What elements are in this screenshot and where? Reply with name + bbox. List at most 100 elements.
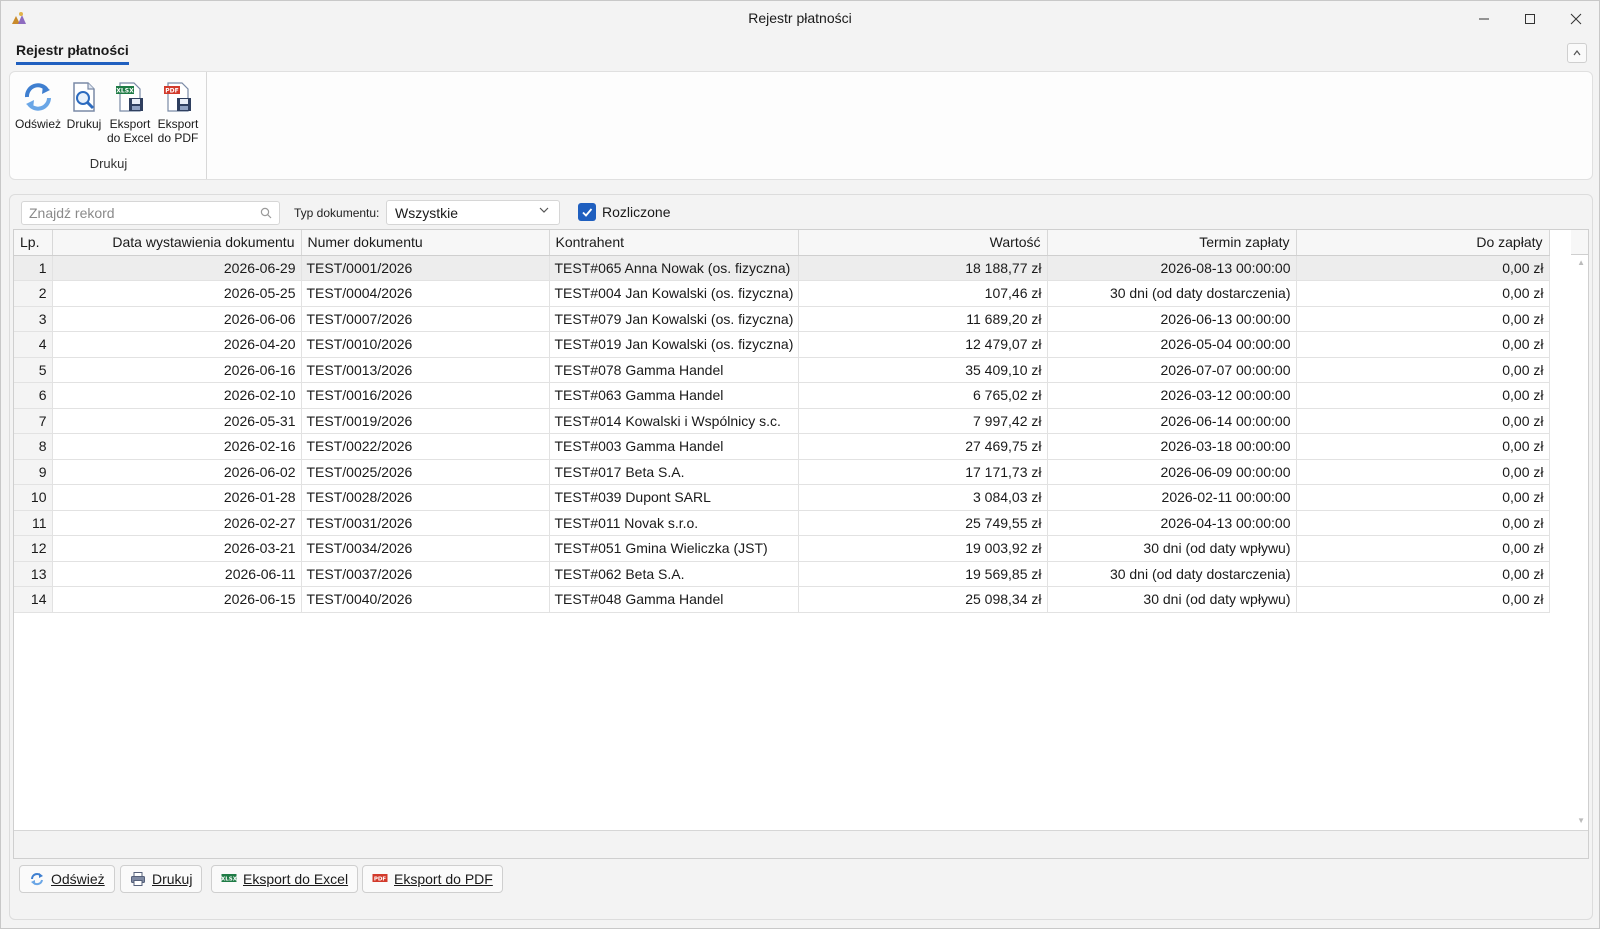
table-row[interactable]: 10 2026-01-28 TEST/0028/2026 TEST#039 Dupon… [14,484,1550,511]
cell-value: 35 409,10 zł [798,357,1048,383]
table-row[interactable]: 5 2026-06-16 TEST/0013/2026 TEST#078 Gamma … [14,357,1550,383]
cell-to-pay: 0,00 zł [1296,535,1550,562]
cell-due-date: 2026-04-13 00:00:00 [1047,510,1297,536]
ribbon-excel-button[interactable]: XLSX Eksport do Excel [106,80,154,145]
cell-date: 2026-02-10 [52,382,302,409]
ribbon-collapse-button[interactable] [1567,43,1587,63]
search-input[interactable] [22,202,242,224]
cell-lp: 2 [14,280,53,307]
cell-lp: 4 [14,331,53,358]
ribbon-excel-label-2: do Excel [106,131,154,145]
pdf-icon: PDF [372,874,388,883]
ribbon-refresh-button[interactable]: Odśwież [14,80,62,131]
cell-contractor: TEST#017 Beta S.A. [549,459,799,485]
col-header-date[interactable]: Data wystawienia dokumentu [52,230,302,256]
cell-contractor: TEST#051 Gmina Wieliczka (JST) [549,535,799,562]
cell-lp: 3 [14,306,53,332]
cell-number: TEST/0025/2026 [301,459,550,485]
printer-icon [131,872,145,886]
settled-checkbox[interactable] [578,203,596,221]
cell-date: 2026-01-28 [52,484,302,511]
table-row[interactable]: 7 2026-05-31 TEST/0019/2026 TEST#014 Kowals… [14,408,1550,434]
cell-to-pay: 0,00 zł [1296,433,1550,460]
settled-label[interactable]: Rozliczone [602,204,670,220]
cell-due-date: 2026-02-11 00:00:00 [1047,484,1297,511]
cell-number: TEST/0022/2026 [301,433,550,460]
cell-date: 2026-03-21 [52,535,302,562]
payments-table: Lp. Data wystawienia dokumentu Numer dok… [14,230,1550,613]
cell-due-date: 2026-08-13 00:00:00 [1047,255,1297,281]
table-row[interactable]: 13 2026-06-11 TEST/0037/2026 TEST#062 Beta … [14,561,1550,587]
pdf-export-button[interactable]: PDF Eksport do PDF [362,865,503,893]
cell-date: 2026-05-31 [52,408,302,434]
print-button[interactable]: Drukuj [120,865,203,893]
ribbon-tab-rejestr[interactable]: Rejestr płatności [16,42,129,65]
cell-number: TEST/0016/2026 [301,382,550,409]
excel-badge-text: XLSX [116,88,134,95]
cell-lp: 12 [14,535,53,562]
ribbon-pdf-button[interactable]: PDF Eksport do PDF [154,80,202,145]
table-row[interactable]: 2 2026-05-25 TEST/0004/2026 TEST#004 Jan Ko… [14,280,1550,307]
cell-number: TEST/0037/2026 [301,561,550,587]
cell-lp: 8 [14,433,53,460]
cell-value: 25 749,55 zł [798,510,1048,536]
refresh-icon [31,873,43,886]
cell-value: 11 689,20 zł [798,306,1048,332]
pdf-badge-text: PDF [165,88,178,95]
cell-to-pay: 0,00 zł [1296,561,1550,587]
cell-number: TEST/0007/2026 [301,306,550,332]
excel-export-button[interactable]: XLSX Eksport do Excel [211,865,359,893]
cell-date: 2026-02-27 [52,510,302,536]
app-window: Rejestr płatności Rejestr płatności Odśw… [0,0,1600,929]
maximize-button[interactable] [1507,1,1553,37]
minimize-icon [1479,18,1489,20]
close-button[interactable] [1553,1,1599,37]
col-header-due-date[interactable]: Termin zapłaty [1047,230,1297,256]
table-row[interactable]: 6 2026-02-10 TEST/0016/2026 TEST#063 Gamma … [14,382,1550,409]
table-row[interactable]: 8 2026-02-16 TEST/0022/2026 TEST#003 Gamma … [14,433,1550,460]
doc-type-select[interactable]: Wszystkie [386,200,560,225]
table-row[interactable]: 11 2026-02-27 TEST/0031/2026 TEST#011 Novak… [14,510,1550,536]
cell-lp: 5 [14,357,53,383]
cell-due-date: 2026-07-07 00:00:00 [1047,357,1297,383]
cell-to-pay: 0,00 zł [1296,357,1550,383]
table-row[interactable]: 12 2026-03-21 TEST/0034/2026 TEST#051 Gmina… [14,535,1550,562]
cell-contractor: TEST#003 Gamma Handel [549,433,799,460]
cell-value: 3 084,03 zł [798,484,1048,511]
cell-contractor: TEST#079 Jan Kowalski (os. fizyczna) [549,306,799,332]
pdf-export-icon: PDF [164,82,191,112]
table-row[interactable]: 14 2026-06-15 TEST/0040/2026 TEST#048 Gamma… [14,586,1550,613]
minimize-button[interactable] [1461,1,1507,37]
search-box [21,201,280,225]
print-button-label: Drukuj [152,871,193,887]
ribbon-refresh-label: Odśwież [14,117,61,131]
cell-number: TEST/0013/2026 [301,357,550,383]
ribbon-print-button[interactable]: Drukuj [60,80,108,131]
scroll-up-arrow-icon[interactable]: ▲ [1577,258,1585,267]
scroll-down-arrow-icon[interactable]: ▼ [1577,816,1585,825]
cell-to-pay: 0,00 zł [1296,408,1550,434]
col-header-lp[interactable]: Lp. [14,230,53,256]
cell-value: 6 765,02 zł [798,382,1048,409]
cell-lp: 1 [14,255,53,281]
col-header-contractor[interactable]: Kontrahent [549,230,799,256]
col-header-to-pay[interactable]: Do zapłaty [1296,230,1550,256]
cell-value: 19 003,92 zł [798,535,1048,562]
cell-to-pay: 0,00 zł [1296,331,1550,358]
table-row[interactable]: 4 2026-04-20 TEST/0010/2026 TEST#019 Jan Ko… [14,331,1550,358]
col-header-number[interactable]: Numer dokumentu [301,230,550,256]
ribbon-print-label: Drukuj [66,117,102,131]
cell-contractor: TEST#062 Beta S.A. [549,561,799,587]
cell-date: 2026-05-25 [52,280,302,307]
table-row[interactable]: 3 2026-06-06 TEST/0007/2026 TEST#079 Jan Ko… [14,306,1550,332]
table-row[interactable]: 1 2026-06-29 TEST/0001/2026 TEST#065 Anna N… [14,255,1550,281]
cell-contractor: TEST#065 Anna Nowak (os. fizyczna) [549,255,799,281]
refresh-button[interactable]: Odśwież [19,865,115,893]
cell-to-pay: 0,00 zł [1296,306,1550,332]
table-row[interactable]: 9 2026-06-02 TEST/0025/2026 TEST#017 Beta S… [14,459,1550,485]
cell-to-pay: 0,00 zł [1296,382,1550,409]
checkmark-icon [582,208,593,217]
cell-number: TEST/0004/2026 [301,280,550,307]
col-header-value[interactable]: Wartość [798,230,1048,256]
table-footer [14,830,1588,858]
